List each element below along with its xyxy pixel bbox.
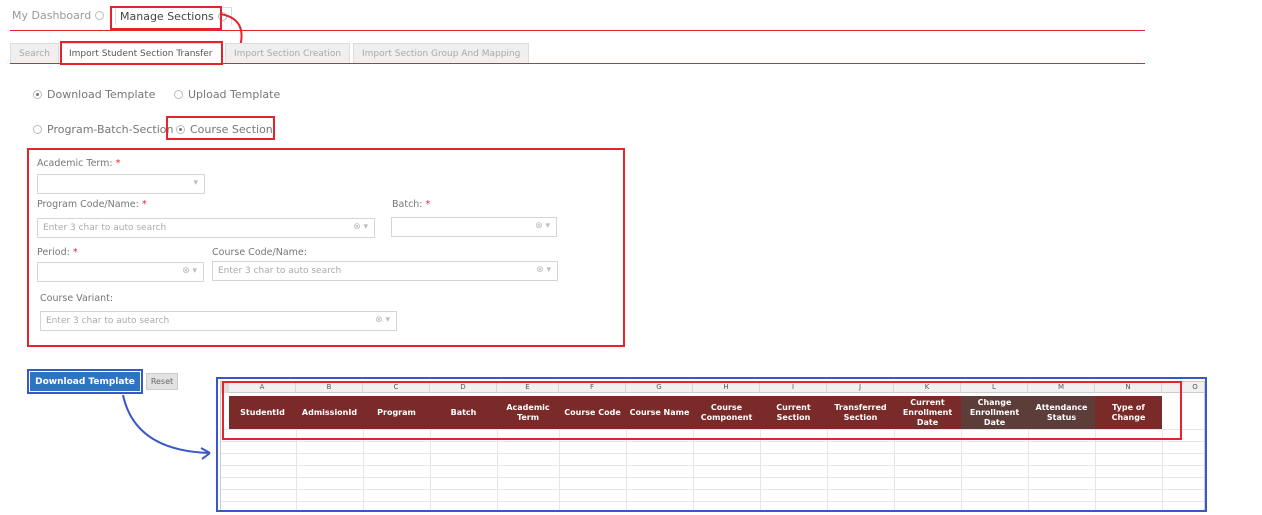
course-input[interactable]: Enter 3 char to auto search ⊗ ▾ (212, 261, 558, 281)
radio-label: Program-Batch-Section (47, 123, 174, 136)
subtab-import-section-group-mapping[interactable]: Import Section Group And Mapping (353, 43, 530, 64)
annotation-box-subtab (60, 41, 223, 65)
clear-chevron-icon[interactable]: ⊗ ▾ (536, 265, 551, 275)
radio-unchecked-icon (33, 125, 42, 134)
annotation-box-download (27, 369, 143, 394)
annotation-box-manage-sections (110, 6, 222, 30)
annotation-arrow-blue (122, 394, 211, 460)
period-label: Period: * (37, 247, 78, 258)
period-select[interactable]: ⊗ ▾ (37, 262, 204, 282)
chevron-down-icon: ▾ (193, 178, 198, 188)
academic-term-label: Academic Term: * (37, 158, 121, 169)
radio-unchecked-icon (174, 90, 183, 99)
program-input[interactable]: Enter 3 char to auto search ⊗ ▾ (37, 218, 375, 238)
close-icon[interactable] (95, 11, 105, 20)
subtab-search[interactable]: Search (10, 43, 59, 64)
academic-term-select[interactable]: ▾ (37, 174, 205, 194)
tabs-divider (10, 30, 1145, 31)
radio-upload-template[interactable]: Upload Template (174, 88, 280, 101)
subtab-label: Import Section Creation (234, 48, 342, 59)
batch-label: Batch: * (392, 199, 431, 210)
subtab-import-section-creation[interactable]: Import Section Creation (225, 43, 351, 64)
course-placeholder: Enter 3 char to auto search (218, 266, 342, 276)
variant-placeholder: Enter 3 char to auto search (46, 316, 170, 326)
batch-select[interactable]: ⊗ ▾ (391, 217, 557, 237)
radio-program-batch-section[interactable]: Program-Batch-Section (33, 123, 173, 136)
button-label: Reset (150, 377, 174, 386)
radio-checked-icon (33, 90, 42, 99)
tab-my-dashboard[interactable]: My Dashboard (12, 9, 105, 22)
clear-chevron-icon[interactable]: ⊗ ▾ (353, 222, 368, 232)
reset-button[interactable]: Reset (146, 373, 178, 390)
tab-label: My Dashboard (12, 9, 92, 22)
program-placeholder: Enter 3 char to auto search (43, 223, 167, 233)
clear-chevron-icon[interactable]: ⊗ ▾ (375, 315, 390, 325)
clear-chevron-icon[interactable]: ⊗ ▾ (182, 266, 197, 276)
radio-download-template[interactable]: Download Template (33, 88, 155, 101)
subtab-label: Import Section Group And Mapping (362, 48, 521, 59)
radio-label: Upload Template (188, 88, 281, 101)
subtab-label: Search (19, 48, 50, 59)
annotation-box-course-section (166, 116, 275, 140)
course-label: Course Code/Name: (212, 247, 307, 258)
radio-label: Download Template (47, 88, 156, 101)
variant-input[interactable]: Enter 3 char to auto search ⊗ ▾ (40, 311, 397, 331)
annotation-box-headers (222, 381, 1182, 440)
clear-chevron-icon[interactable]: ⊗ ▾ (535, 221, 550, 231)
variant-label: Course Variant: (40, 293, 114, 304)
program-label: Program Code/Name: * (37, 199, 147, 210)
